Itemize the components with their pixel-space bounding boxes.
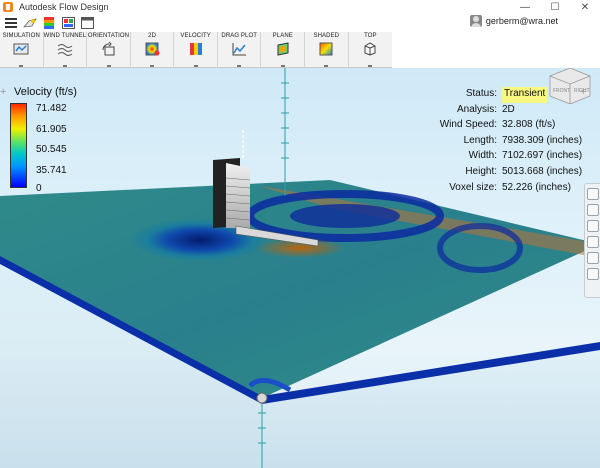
- wake-ring-inner: [290, 204, 400, 228]
- ribbon-label: SHADED: [313, 33, 340, 39]
- drag-plot-icon: [232, 43, 247, 56]
- close-button[interactable]: ✕: [570, 0, 600, 14]
- zoom-icon[interactable]: [587, 236, 599, 248]
- info-value: 52.226 (inches): [502, 181, 571, 193]
- view-cube-move-icon[interactable]: +: [580, 86, 586, 98]
- info-label: Status:: [465, 88, 497, 99]
- ribbon-label: PLANE: [272, 33, 293, 39]
- dropdown-indicator-icon: [368, 65, 373, 67]
- ribbon-label: ORIENTATION: [87, 33, 130, 39]
- ribbon-label: DRAG PLOT: [221, 33, 257, 39]
- dropdown-indicator-icon: [150, 65, 155, 67]
- legend-tick: 35.741: [36, 165, 67, 176]
- info-label: Analysis:: [456, 103, 497, 115]
- images-icon[interactable]: [60, 16, 76, 30]
- info-value: 32.808 (ft/s): [502, 119, 556, 131]
- info-value: 7938.309 (inches): [502, 134, 583, 146]
- app-logo-icon: [3, 2, 13, 12]
- ribbon-shaded[interactable]: SHADED: [305, 32, 349, 68]
- info-label: Length:: [463, 134, 497, 146]
- dropdown-indicator-icon: [106, 65, 111, 67]
- info-height: Height: 5013.668 (inches): [390, 165, 600, 181]
- legend-tick: 0: [36, 183, 42, 194]
- ribbon-label: WIND TUNNEL: [43, 33, 87, 39]
- palette-icon[interactable]: [41, 16, 57, 30]
- info-label: Voxel size:: [449, 181, 497, 193]
- ribbon-2d[interactable]: 2D: [131, 32, 175, 68]
- wind-tunnel-icon: [57, 44, 73, 56]
- ribbon-drag-plot[interactable]: DRAG PLOT: [218, 32, 262, 68]
- legend-title: Velocity (ft/s): [14, 86, 77, 98]
- pan-icon[interactable]: [587, 188, 599, 200]
- ribbon-label: TOP: [364, 33, 377, 39]
- ribbon-simulation[interactable]: SIMULATION: [0, 32, 44, 68]
- dropdown-indicator-icon: [62, 65, 67, 67]
- ribbon-label: 2D: [148, 33, 157, 39]
- info-analysis: Analysis: 2D: [390, 103, 600, 119]
- legend-color-bar: [10, 103, 27, 188]
- info-wind-speed: Wind Speed: 32.808 (ft/s): [390, 118, 600, 134]
- legend-tick: 61.905: [36, 124, 67, 135]
- orbit-icon[interactable]: [587, 204, 599, 216]
- hand-icon[interactable]: [587, 220, 599, 232]
- info-length: Length: 7938.309 (inches): [390, 134, 600, 150]
- legend-tick: 71.482: [36, 103, 67, 114]
- plane-icon: [277, 42, 289, 56]
- info-label: Height:: [465, 165, 497, 177]
- legend-move-icon[interactable]: +: [0, 86, 6, 98]
- 2d-icon: [145, 42, 160, 56]
- top-view-icon: [364, 42, 376, 56]
- legend-tick: 50.545: [36, 144, 67, 155]
- info-value: 7102.697 (inches): [502, 150, 583, 162]
- info-width: Width: 7102.697 (inches): [390, 149, 600, 165]
- ribbon-plane[interactable]: PLANE: [261, 32, 306, 68]
- ribbon-velocity[interactable]: VELOCITY: [174, 32, 218, 68]
- user-name: gerberm@wra.net: [485, 16, 558, 26]
- window-title: Autodesk Flow Design: [19, 2, 109, 12]
- info-voxel-size: Voxel size: 52.226 (inches): [390, 181, 600, 197]
- simulation-icon: [13, 43, 29, 55]
- window-controls: — ☐ ✕: [510, 0, 600, 14]
- plane-drag-handle[interactable]: [256, 392, 268, 404]
- ribbon-orientation[interactable]: ORIENTATION: [87, 32, 131, 68]
- ribbon-label: VELOCITY: [180, 33, 211, 39]
- maximize-button[interactable]: ☐: [540, 0, 570, 14]
- dropdown-indicator-icon: [237, 65, 242, 67]
- user-avatar-icon: [469, 15, 482, 27]
- view-cube-front[interactable]: FRONT: [553, 88, 570, 94]
- ribbon-top-view[interactable]: TOP: [349, 32, 392, 68]
- window-icon[interactable]: [79, 16, 95, 30]
- ribbon-wind-tunnel[interactable]: WIND TUNNEL: [44, 32, 88, 68]
- ribbon-toolbar: SIMULATION WIND TUNNEL ORIENTATION 2D VE…: [0, 32, 392, 68]
- minimize-button[interactable]: —: [510, 0, 540, 14]
- info-label: Wind Speed:: [439, 119, 497, 131]
- home-icon[interactable]: [587, 268, 599, 280]
- quick-access-bar: gerberm@wra.net: [0, 14, 600, 32]
- info-label: Width:: [468, 150, 497, 162]
- info-value: 2D: [502, 103, 515, 115]
- user-account[interactable]: gerberm@wra.net: [469, 15, 558, 27]
- velocity-icon: [189, 43, 202, 55]
- title-bar: Autodesk Flow Design — ☐ ✕: [0, 0, 600, 14]
- orientation-icon: [102, 42, 115, 56]
- dropdown-indicator-icon: [19, 65, 24, 67]
- walk-icon[interactable]: [587, 252, 599, 264]
- open-icon[interactable]: [22, 16, 38, 30]
- simulation-viewport[interactable]: + Velocity (ft/s) 71.482 61.905 50.545 3…: [0, 68, 600, 468]
- view-cube[interactable]: FRONT RIGHT: [544, 68, 596, 104]
- menu-icon[interactable]: [3, 16, 19, 30]
- navigation-toolbar: [584, 183, 600, 298]
- ribbon-label: SIMULATION: [2, 33, 40, 39]
- shaded-icon: [319, 42, 333, 56]
- dropdown-indicator-icon: [280, 65, 285, 67]
- status-badge: Transient: [502, 87, 548, 103]
- info-value: 5013.668 (inches): [502, 165, 583, 177]
- dropdown-indicator-icon: [193, 65, 198, 67]
- dropdown-indicator-icon: [324, 65, 329, 67]
